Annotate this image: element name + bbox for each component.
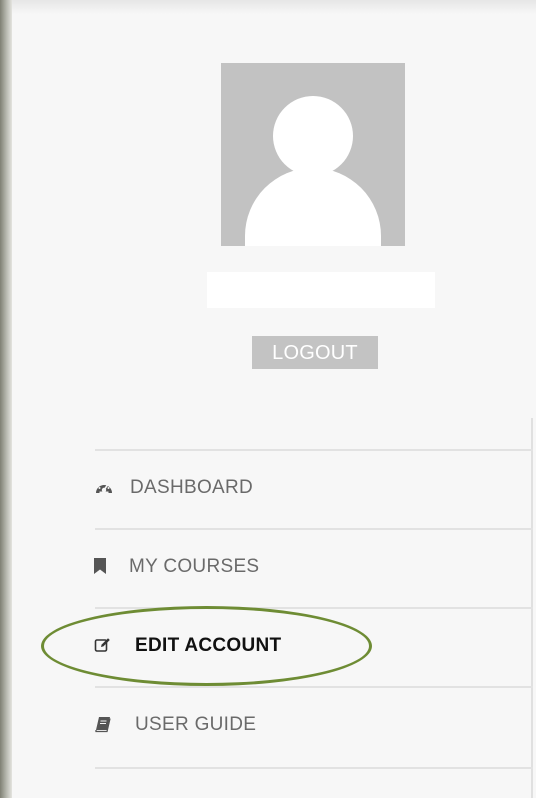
dashboard-icon xyxy=(94,478,114,498)
menu-item-label: DASHBOARD xyxy=(130,477,254,498)
avatar-body xyxy=(245,168,381,246)
avatar-head xyxy=(273,96,353,176)
logout-button[interactable]: LOGOUT xyxy=(252,336,378,369)
book-icon xyxy=(93,715,113,735)
menu-divider xyxy=(95,767,533,769)
menu-item-label: USER GUIDE xyxy=(135,714,257,735)
account-sidebar: LOGOUT DASHBOARD MY COURSES EDIT ACCOUNT… xyxy=(0,0,536,798)
window-edge xyxy=(0,0,12,798)
top-shadow xyxy=(12,0,536,14)
bookmark-icon xyxy=(93,557,107,577)
menu-divider xyxy=(95,449,533,451)
menu-item-label: MY COURSES xyxy=(129,556,260,577)
menu-divider xyxy=(95,686,533,688)
avatar[interactable] xyxy=(221,63,405,246)
highlight-annotation xyxy=(41,606,372,686)
menu-item-user-guide[interactable]: USER GUIDE xyxy=(93,705,256,745)
username-label xyxy=(207,272,435,308)
menu-item-dashboard[interactable]: DASHBOARD xyxy=(94,468,253,508)
menu-item-my-courses[interactable]: MY COURSES xyxy=(93,547,259,587)
menu-divider xyxy=(95,528,533,530)
